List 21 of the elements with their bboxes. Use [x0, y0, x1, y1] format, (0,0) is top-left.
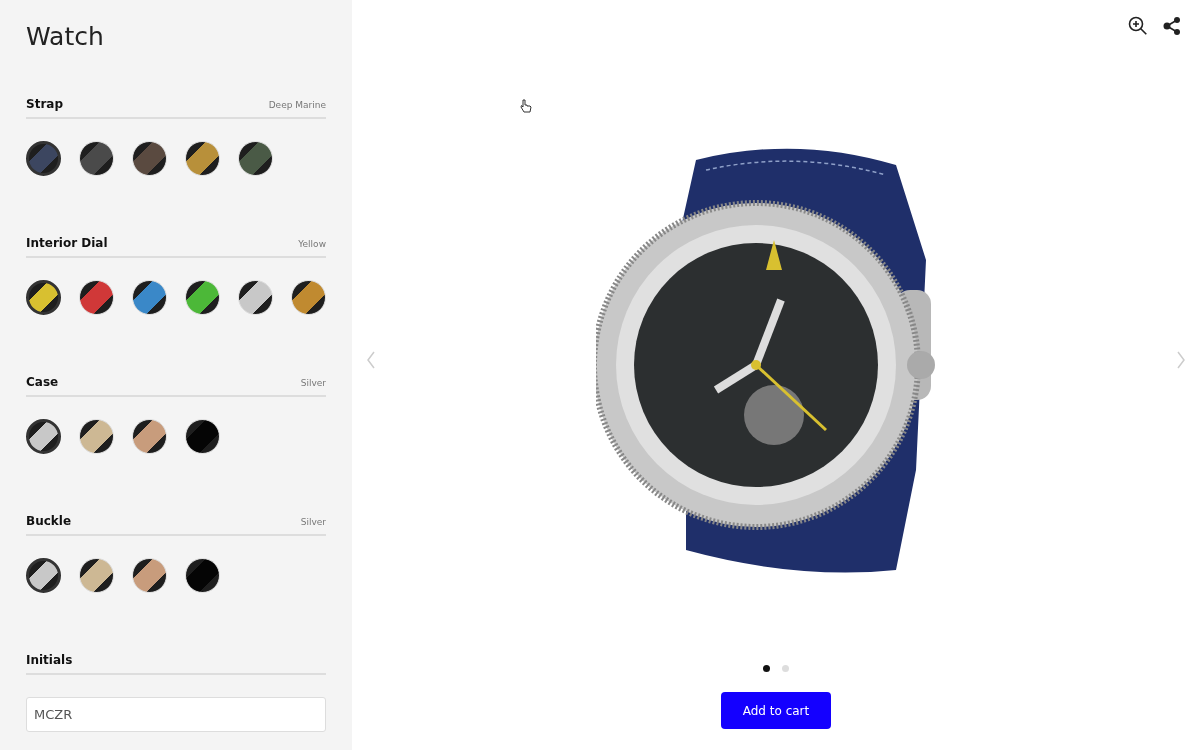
share-icon[interactable] [1162, 16, 1182, 36]
initials-input[interactable]: MCZR [26, 697, 326, 732]
color-swatch[interactable] [26, 558, 61, 593]
section-label: Case [26, 375, 59, 389]
zoom-in-icon[interactable] [1128, 16, 1148, 36]
section-label: Initials [26, 653, 73, 667]
add-to-cart-button[interactable]: Add to cart [721, 692, 831, 729]
section-label: Strap [26, 97, 63, 111]
section-label: Interior Dial [26, 236, 108, 250]
selected-option-label: Yellow [298, 239, 326, 249]
section-label: Buckle [26, 514, 72, 528]
pager-dot[interactable] [763, 665, 770, 672]
color-swatch[interactable] [26, 280, 61, 315]
pager-dot[interactable] [782, 665, 789, 672]
selected-option-label: Deep Marine [268, 100, 326, 110]
selected-option-label: Silver [300, 378, 326, 388]
hand-cursor-icon [520, 99, 532, 113]
selected-option-label: Silver [300, 517, 326, 527]
color-swatch[interactable] [26, 141, 61, 176]
product-title: Watch [26, 22, 105, 51]
color-swatch[interactable] [26, 419, 61, 454]
